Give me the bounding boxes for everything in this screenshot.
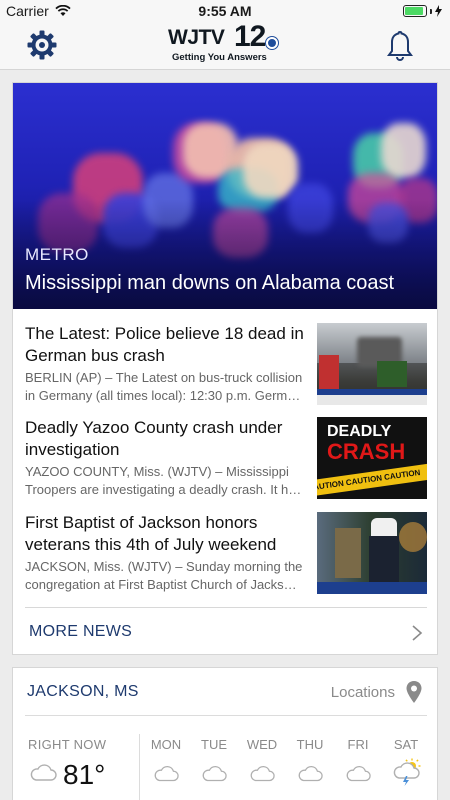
- battery-fill: [405, 7, 423, 15]
- divider: [25, 607, 427, 608]
- bell-icon[interactable]: [384, 29, 416, 63]
- story-thumbnail: [317, 512, 427, 594]
- hero-category: METRO: [25, 245, 89, 264]
- locations-button[interactable]: Locations: [331, 684, 395, 701]
- cloud-icon: [346, 765, 371, 782]
- news-list-item[interactable]: First Baptist of Jackson honors veterans…: [25, 512, 427, 602]
- nav-bar: WJTV 12 Getting You Answers: [0, 20, 450, 70]
- chevron-right-icon[interactable]: [411, 624, 423, 642]
- cloud-icon: [298, 765, 323, 782]
- station-logo: WJTV 12 Getting You Answers: [168, 20, 280, 66]
- clock: 9:55 AM: [198, 3, 252, 19]
- forecast-day-thu: THU: [296, 737, 324, 752]
- current-temperature: 81°: [63, 759, 106, 790]
- weather-city[interactable]: JACKSON, MS: [27, 683, 139, 701]
- logo-wordmark: WJTV: [168, 26, 225, 49]
- logo-number: 12: [234, 20, 266, 53]
- battery-icon: [403, 5, 427, 17]
- battery-cap: [430, 8, 432, 14]
- weather-card: JACKSON, MS Locations RIGHT NOW 81° MON …: [12, 667, 438, 800]
- divider: [25, 715, 427, 716]
- forecast-day-sat: SAT: [393, 737, 419, 752]
- story-summary: YAZOO COUNTY, Miss. (WJTV) – Mississippi…: [25, 464, 302, 497]
- caution-tape: CAUTION CAUTION CAUTION: [317, 461, 427, 497]
- news-card: METRO Mississippi man downs on Alabama c…: [12, 82, 438, 655]
- gear-icon[interactable]: [26, 29, 58, 61]
- forecast-day-fri: FRI: [347, 737, 369, 752]
- forecast-day-wed: WED: [246, 737, 278, 752]
- news-list-item[interactable]: Deadly Yazoo County crash under investig…: [25, 417, 427, 507]
- battery-indicator: [403, 5, 442, 17]
- status-bar: Carrier 9:55 AM: [0, 0, 450, 22]
- forecast-day-tue: TUE: [201, 737, 227, 752]
- story-thumbnail: DEADLY CRASH CAUTION CAUTION CAUTION: [317, 417, 427, 499]
- logo-tagline: Getting You Answers: [172, 52, 267, 63]
- cloud-icon: [30, 764, 57, 781]
- story-summary: BERLIN (AP) – The Latest on bus-truck co…: [25, 370, 303, 403]
- cloud-icon: [250, 765, 275, 782]
- story-title: Deadly Yazoo County crash under investig…: [25, 418, 283, 459]
- location-pin-icon[interactable]: [405, 680, 423, 704]
- divider: [139, 734, 140, 800]
- story-title: The Latest: Police believe 18 dead in Ge…: [25, 324, 304, 365]
- cloud-icon: [154, 765, 179, 782]
- charging-icon: [435, 5, 442, 17]
- forecast-day-mon: MON: [150, 737, 182, 752]
- cloud-icon: [202, 765, 227, 782]
- more-news-link[interactable]: MORE NEWS: [29, 623, 132, 641]
- news-list-item[interactable]: The Latest: Police believe 18 dead in Ge…: [25, 323, 427, 413]
- hero-title: Mississippi man downs on Alabama coast: [25, 272, 395, 294]
- sun-storm-icon: [393, 758, 421, 786]
- thumb-caption-crash: CRASH: [327, 439, 406, 464]
- hero-story[interactable]: METRO Mississippi man downs on Alabama c…: [13, 83, 437, 309]
- story-thumbnail: [317, 323, 427, 405]
- right-now-label: RIGHT NOW: [28, 737, 107, 752]
- story-summary: JACKSON, Miss. (WJTV) – Sunday morning t…: [25, 559, 303, 592]
- story-title: First Baptist of Jackson honors veterans…: [25, 513, 277, 554]
- cbs-eye-icon: [266, 37, 278, 49]
